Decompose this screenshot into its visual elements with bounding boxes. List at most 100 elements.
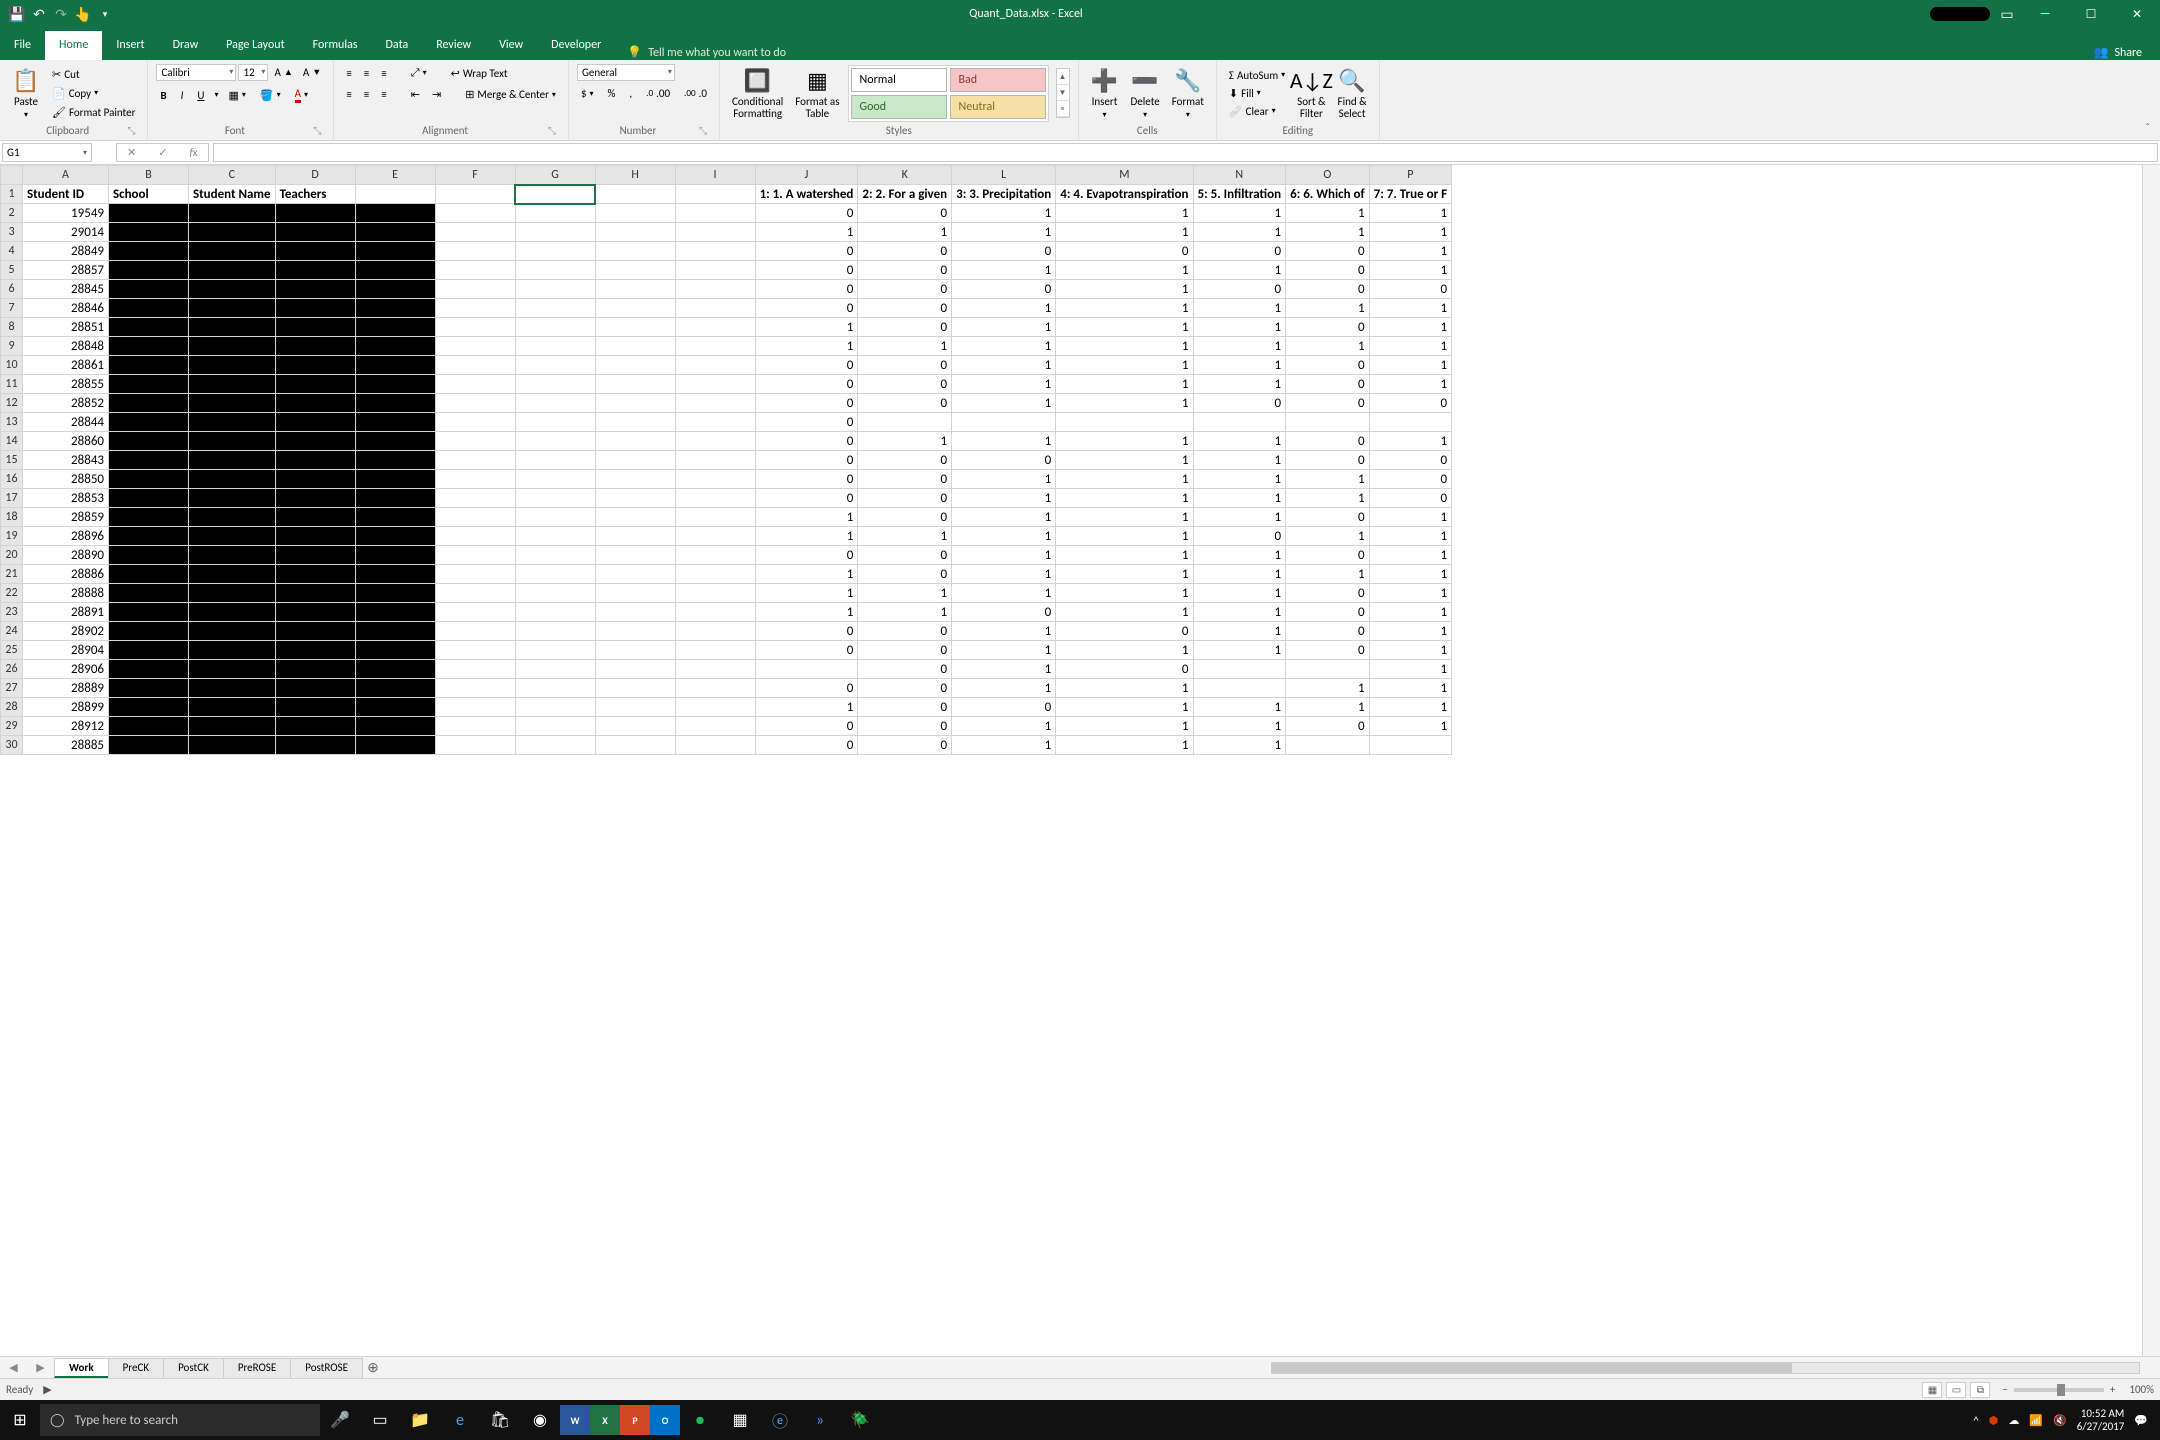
row-header-9[interactable]: 9 [1,337,23,356]
cell-M12[interactable]: 1 [1056,394,1193,413]
dialog-launcher-icon[interactable]: ⤡ [548,124,560,137]
app2-icon[interactable]: 🪲 [840,1400,880,1440]
cell-C6[interactable] [189,280,276,299]
cell-F14[interactable] [435,432,515,451]
cell-D29[interactable] [275,717,355,736]
cell-A10[interactable]: 28861 [23,356,109,375]
cell-M4[interactable]: 0 [1056,242,1193,261]
cell-K12[interactable]: 0 [858,394,952,413]
cell-P2[interactable]: 1 [1369,204,1451,223]
cell-N29[interactable]: 1 [1193,717,1286,736]
cell-M24[interactable]: 0 [1056,622,1193,641]
save-icon[interactable]: 💾 [10,7,24,21]
collapse-ribbon-icon[interactable]: ˆ [2135,60,2160,140]
row-header-5[interactable]: 5 [1,261,23,280]
cell-H29[interactable] [595,717,675,736]
cell-D16[interactable] [275,470,355,489]
cell-B26[interactable] [109,660,189,679]
horizontal-scrollbar[interactable] [1271,1362,2140,1374]
italic-button[interactable]: I [177,87,188,104]
cell-L3[interactable]: 1 [952,223,1056,242]
cell-H11[interactable] [595,375,675,394]
cell-N8[interactable]: 1 [1193,318,1286,337]
cut-button[interactable]: ✂Cut [48,66,139,83]
cell-B27[interactable] [109,679,189,698]
cell-B18[interactable] [109,508,189,527]
word-icon[interactable]: W [560,1405,590,1435]
cell-E1[interactable] [355,185,435,204]
col-header-N[interactable]: N [1193,166,1286,185]
cell-E25[interactable] [355,641,435,660]
cell-F24[interactable] [435,622,515,641]
tab-home[interactable]: Home [45,31,102,60]
cell-A20[interactable]: 28890 [23,546,109,565]
cell-H3[interactable] [595,223,675,242]
cell-O6[interactable]: 0 [1286,280,1370,299]
clear-button[interactable]: 🩹 Clear ▾ [1225,103,1289,120]
cell-P14[interactable]: 1 [1369,432,1451,451]
cell-F6[interactable] [435,280,515,299]
align-center-icon[interactable]: ≡ [360,86,373,103]
tab-formulas[interactable]: Formulas [299,31,372,60]
col-header-O[interactable]: O [1286,166,1370,185]
merge-center-button[interactable]: ⊞Merge & Center ▾ [461,86,560,103]
zoom-in-icon[interactable]: + [2110,1383,2115,1396]
cell-M1[interactable]: 4: 4. Evapotranspiration [1056,185,1193,204]
cell-B11[interactable] [109,375,189,394]
style-good[interactable]: Good [851,95,947,119]
tab-developer[interactable]: Developer [537,31,615,60]
cell-K9[interactable]: 1 [858,337,952,356]
cell-O4[interactable]: 0 [1286,242,1370,261]
row-header-7[interactable]: 7 [1,299,23,318]
cell-H14[interactable] [595,432,675,451]
cell-P29[interactable]: 1 [1369,717,1451,736]
app-icon[interactable]: ▦ [720,1400,760,1440]
number-format-select[interactable]: General▾ [577,64,675,81]
cell-E2[interactable] [355,204,435,223]
border-button[interactable]: ▦▾ [224,87,249,104]
cell-I13[interactable] [675,413,755,432]
cell-B29[interactable] [109,717,189,736]
cell-C12[interactable] [189,394,276,413]
cell-N6[interactable]: 0 [1193,280,1286,299]
cell-I25[interactable] [675,641,755,660]
cell-A1[interactable]: Student ID [23,185,109,204]
cell-D23[interactable] [275,603,355,622]
cell-N17[interactable]: 1 [1193,489,1286,508]
cell-M29[interactable]: 1 [1056,717,1193,736]
cell-K2[interactable]: 0 [858,204,952,223]
cell-N23[interactable]: 1 [1193,603,1286,622]
cell-J15[interactable]: 0 [755,451,858,470]
cell-I21[interactable] [675,565,755,584]
cell-B23[interactable] [109,603,189,622]
cell-G9[interactable] [515,337,595,356]
cell-I11[interactable] [675,375,755,394]
cell-I23[interactable] [675,603,755,622]
cell-L21[interactable]: 1 [952,565,1056,584]
cell-H20[interactable] [595,546,675,565]
cell-G22[interactable] [515,584,595,603]
cell-J17[interactable]: 0 [755,489,858,508]
cell-P9[interactable]: 1 [1369,337,1451,356]
cell-O27[interactable]: 1 [1286,679,1370,698]
currency-button[interactable]: $ ▾ [577,85,598,102]
cell-L16[interactable]: 1 [952,470,1056,489]
style-normal[interactable]: Normal [851,68,947,92]
cell-H8[interactable] [595,318,675,337]
cell-J20[interactable]: 0 [755,546,858,565]
cell-O18[interactable]: 0 [1286,508,1370,527]
cell-J11[interactable]: 0 [755,375,858,394]
cell-M22[interactable]: 1 [1056,584,1193,603]
align-middle-icon[interactable]: ≡ [360,65,373,82]
conditional-formatting-button[interactable]: 🔲 Conditional Formatting [728,64,787,122]
cell-G1[interactable] [515,185,595,204]
outlook-icon[interactable]: O [650,1405,680,1435]
select-all-corner[interactable] [1,166,23,185]
chrome-icon[interactable]: ◉ [520,1400,560,1440]
cell-H21[interactable] [595,565,675,584]
cell-C5[interactable] [189,261,276,280]
cell-D5[interactable] [275,261,355,280]
name-box[interactable]: G1▾ [2,143,92,162]
row-header-3[interactable]: 3 [1,223,23,242]
cell-A7[interactable]: 28846 [23,299,109,318]
